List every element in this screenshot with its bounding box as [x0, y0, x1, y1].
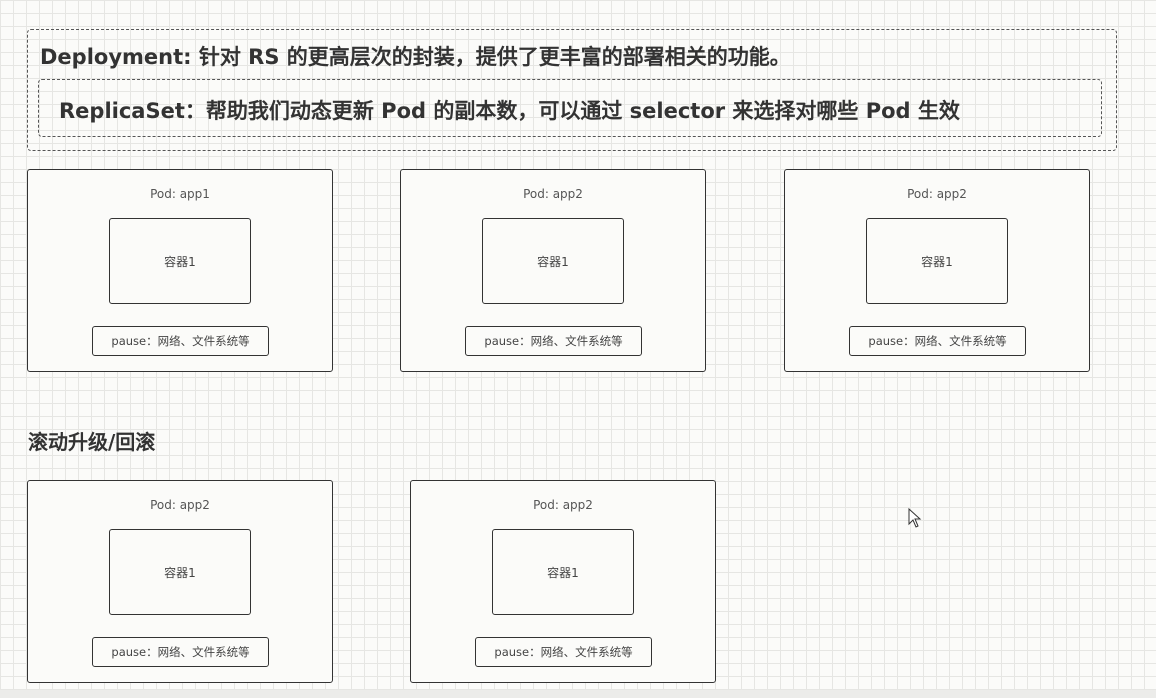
- container-box[interactable]: 容器1: [866, 218, 1008, 304]
- container-box[interactable]: 容器1: [482, 218, 624, 304]
- pause-box[interactable]: pause：网络、文件系统等: [92, 637, 269, 667]
- mouse-cursor-icon: [908, 507, 922, 532]
- pod-box[interactable]: Pod: app2 容器1 pause：网络、文件系统等: [400, 169, 706, 372]
- container-box[interactable]: 容器1: [109, 529, 251, 615]
- pause-box[interactable]: pause：网络、文件系统等: [475, 637, 652, 667]
- pod-box[interactable]: Pod: app2 容器1 pause：网络、文件系统等: [784, 169, 1090, 372]
- pod-title: Pod: app1: [150, 187, 210, 201]
- pod-box[interactable]: Pod: app1 容器1 pause：网络、文件系统等: [27, 169, 333, 372]
- pause-box[interactable]: pause：网络、文件系统等: [92, 326, 269, 356]
- rolling-update-heading: 滚动升级/回滚: [28, 430, 156, 454]
- pod-title: Pod: app2: [150, 498, 210, 512]
- container-box[interactable]: 容器1: [109, 218, 251, 304]
- pod-box[interactable]: Pod: app2 容器1 pause：网络、文件系统等: [410, 480, 716, 683]
- replicaset-label: ReplicaSet：帮助我们动态更新 Pod 的副本数，可以通过 select…: [59, 99, 960, 123]
- pod-box[interactable]: Pod: app2 容器1 pause：网络、文件系统等: [27, 480, 333, 683]
- pod-title: Pod: app2: [523, 187, 583, 201]
- pause-box[interactable]: pause：网络、文件系统等: [465, 326, 642, 356]
- pod-title: Pod: app2: [533, 498, 593, 512]
- container-box[interactable]: 容器1: [492, 529, 634, 615]
- pod-title: Pod: app2: [907, 187, 967, 201]
- canvas-bottom-edge: [0, 690, 1156, 698]
- deployment-label: Deployment: 针对 RS 的更高层次的封装，提供了更丰富的部署相关的功…: [40, 45, 791, 69]
- pause-box[interactable]: pause：网络、文件系统等: [849, 326, 1026, 356]
